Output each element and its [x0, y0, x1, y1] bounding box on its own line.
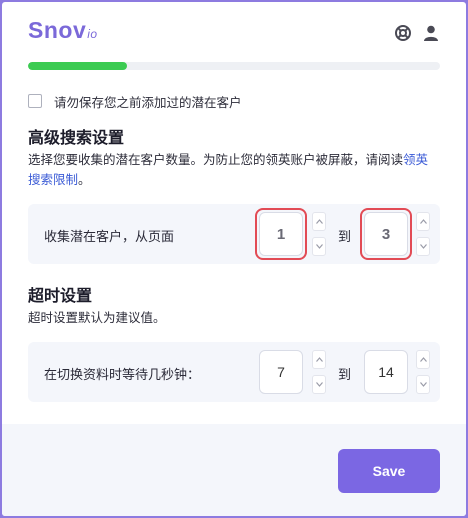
chevron-up-icon [315, 357, 323, 362]
advanced-search-description: 选择您要收集的潜在客户数量。为防止您的领英账户被屏蔽，请阅读领英搜索限制。 [28, 150, 438, 190]
to-label: 到 [338, 368, 352, 383]
support-icon[interactable] [394, 24, 412, 42]
chevron-up-icon [419, 219, 427, 224]
chevron-up-icon [315, 219, 323, 224]
collect-pages-label: 收集潜在客户，从页面 [44, 230, 175, 245]
collect-pages-card: 收集潜在客户，从页面 1 到 3 [28, 204, 440, 264]
header: Snovio [2, 2, 466, 62]
progress-fill [28, 62, 127, 70]
end-page-input[interactable]: 3 [364, 212, 408, 256]
snovio-logo: Snovio [28, 17, 98, 44]
user-icon[interactable] [422, 24, 440, 42]
start-page-input[interactable]: 1 [259, 212, 303, 256]
save-button[interactable]: Save [338, 449, 440, 493]
dont-save-option: 请勿保存您之前添加过的潜在客户 [28, 92, 242, 110]
decrement-button[interactable] [416, 237, 430, 256]
max-seconds-stepper [416, 350, 430, 394]
max-seconds-input[interactable]: 14 [364, 350, 408, 394]
logo-main: Snov [28, 17, 87, 43]
increment-button[interactable] [312, 350, 326, 369]
progress-bar [28, 62, 440, 70]
advanced-search-title: 高级搜索设置 [28, 128, 125, 147]
logo-suffix: io [87, 27, 98, 41]
advanced-description-text: 选择您要收集的潜在客户数量。为防止您的领英账户被屏蔽，请阅读 [28, 152, 404, 167]
description-end: 。 [78, 172, 91, 187]
extension-popup: Snovio 请勿保存您之前添加过的潜在客户 高级搜索设置 选择您要收集的潜在客… [2, 2, 466, 516]
timeout-settings-description: 超时设置默认为建议值。 [28, 310, 166, 325]
min-seconds-input[interactable]: 7 [259, 350, 303, 394]
chevron-down-icon [419, 382, 427, 387]
dont-save-label: 请勿保存您之前添加过的潜在客户 [54, 94, 242, 110]
chevron-down-icon [315, 244, 323, 249]
start-page-stepper [312, 212, 326, 256]
chevron-up-icon [419, 357, 427, 362]
timeout-settings-title: 超时设置 [28, 286, 93, 305]
min-seconds-stepper [312, 350, 326, 394]
chevron-down-icon [419, 244, 427, 249]
decrement-button[interactable] [312, 375, 326, 394]
dont-save-checkbox[interactable] [28, 94, 42, 108]
increment-button[interactable] [416, 212, 430, 231]
increment-button[interactable] [312, 212, 326, 231]
decrement-button[interactable] [312, 237, 326, 256]
end-page-stepper [416, 212, 430, 256]
wait-seconds-label: 在切换资料时等待几秒钟： [44, 368, 201, 383]
decrement-button[interactable] [416, 375, 430, 394]
to-label: 到 [338, 230, 352, 245]
chevron-down-icon [315, 382, 323, 387]
increment-button[interactable] [416, 350, 430, 369]
wait-seconds-card: 在切换资料时等待几秒钟： 7 到 14 [28, 342, 440, 402]
footer: Save [2, 424, 466, 516]
